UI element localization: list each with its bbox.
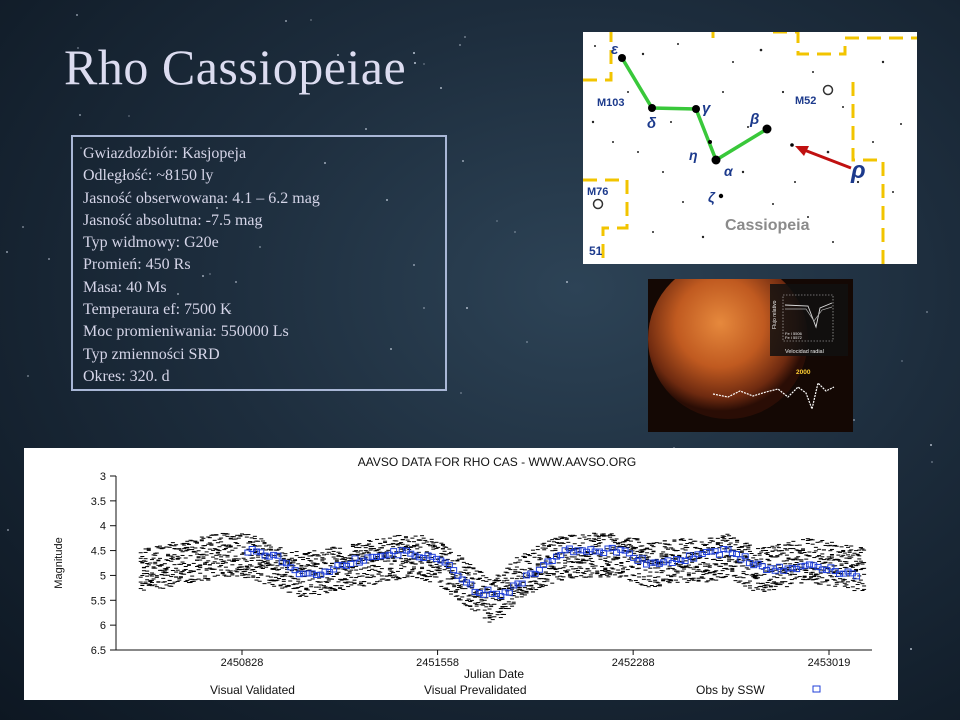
background-star (459, 44, 461, 46)
background-star (496, 220, 498, 222)
background-star (460, 392, 462, 394)
info-line: Promień: 450 Rs (83, 256, 191, 274)
label-alpha: α (724, 163, 734, 179)
label-m103: M103 (597, 97, 625, 109)
label-eta: η (689, 147, 698, 163)
star-beta (762, 124, 772, 134)
background-star (464, 36, 466, 38)
y-tick-label: 5 (100, 570, 106, 582)
info-line: Masa: 40 Ms (83, 278, 167, 296)
background-star (413, 52, 415, 54)
label-rho: ρ (850, 157, 866, 184)
year-label: 2000 (796, 369, 811, 376)
background-star (514, 231, 516, 233)
y-tick-label: 4 (100, 521, 106, 533)
background-star (414, 62, 416, 64)
info-line: Moc promieniwania: 550000 Ls (83, 323, 289, 341)
label-51: 51 (589, 244, 603, 258)
star-gamma (692, 105, 700, 113)
x-tick-label: 2453019 (808, 657, 851, 669)
background-star (926, 311, 928, 313)
y-tick-label: 6.5 (91, 645, 106, 657)
slide-title: Rho Cassiopeiae (64, 39, 407, 95)
label-m52: M52 (795, 95, 816, 107)
background-star (27, 375, 29, 377)
info-box: Gwiazdozbiór: Kasjopeja Odległość: ~8150… (71, 135, 447, 391)
background-star (7, 529, 9, 531)
background-star (365, 128, 367, 130)
label-beta: β (749, 111, 759, 128)
background-star (48, 258, 50, 260)
background-star (423, 63, 425, 65)
star-eta (708, 140, 712, 144)
background-star (930, 444, 932, 446)
legend-obs-by-ssw: Obs by SSW (696, 683, 765, 697)
x-tick-label: 2452288 (612, 657, 655, 669)
background-star (79, 114, 81, 116)
chart-title: AAVSO DATA FOR RHO CAS - WWW.AAVSO.ORG (358, 455, 636, 469)
background-star (931, 461, 933, 463)
background-star (76, 14, 78, 16)
spectrum-legend-2: Fe I 5572 (785, 335, 803, 340)
y-tick-label: 3 (100, 471, 106, 483)
background-star (128, 115, 130, 117)
background-star (910, 648, 912, 650)
constellation-name: Cassiopeia (725, 217, 810, 234)
background-star (22, 226, 24, 228)
label-m76: M76 (587, 186, 608, 198)
info-line: Typ widmowy: G20e (83, 234, 219, 252)
info-line: Temperaura ef: 7500 K (83, 301, 232, 319)
x-tick-label: 2450828 (221, 657, 264, 669)
spectrum-x-label: Velocidad radial (785, 349, 824, 355)
background-star (310, 19, 312, 21)
background-star (466, 307, 468, 309)
y-tick-label: 6 (100, 620, 106, 632)
y-tick-label: 3.5 (91, 496, 106, 508)
background-star (853, 419, 855, 421)
background-star (285, 20, 287, 22)
label-delta: δ (647, 115, 657, 132)
background-star (901, 360, 903, 362)
background-star (462, 160, 464, 162)
background-star (440, 87, 442, 89)
info-line: Gwiazdozbiór: Kasjopeja (83, 145, 247, 162)
info-line: Jasność obserwowana: 4.1 – 6.2 mag (83, 189, 320, 207)
y-tick-label: 4.5 (91, 546, 106, 558)
legend-visual-prevalidated: Visual Prevalidated (424, 683, 527, 697)
star-delta (648, 104, 656, 112)
spectrum-y-label: Flujo relativo (772, 300, 778, 329)
label-zeta: ζ (708, 189, 716, 205)
star-epsilon (618, 54, 626, 62)
info-line: Odległość: ~8150 ly (83, 167, 214, 185)
x-tick-label: 2451558 (416, 657, 459, 669)
cassiopeia-star-map: ε δ γ η α ζ β ρ M103 M52 M76 51 Cassiope… (583, 32, 917, 264)
info-line: Typ zmienności SRD (83, 345, 220, 363)
background-star (566, 281, 568, 283)
background-star (6, 251, 8, 253)
star-rho (790, 143, 794, 147)
info-line: Okres: 320. d (83, 367, 170, 385)
info-line: Jasność absolutna: -7.5 mag (83, 211, 263, 229)
label-epsilon: ε (611, 41, 619, 58)
background-star (526, 341, 528, 343)
legend-visual-validated: Visual Validated (210, 683, 295, 697)
y-tick-label: 5.5 (91, 595, 106, 607)
star-photo-with-spectrum: Flujo relativo Fe I 5506 Fe I 5572 Veloc… (648, 279, 853, 432)
x-axis-label: Julian Date (464, 667, 524, 681)
y-axis-label: Magnitude (53, 537, 65, 588)
star-alpha (711, 155, 721, 165)
spectrum-inset (770, 284, 848, 356)
star-zeta (718, 193, 724, 199)
aavso-light-curve-chart: AAVSO DATA FOR RHO CAS - WWW.AAVSO.ORG 3… (24, 448, 898, 700)
